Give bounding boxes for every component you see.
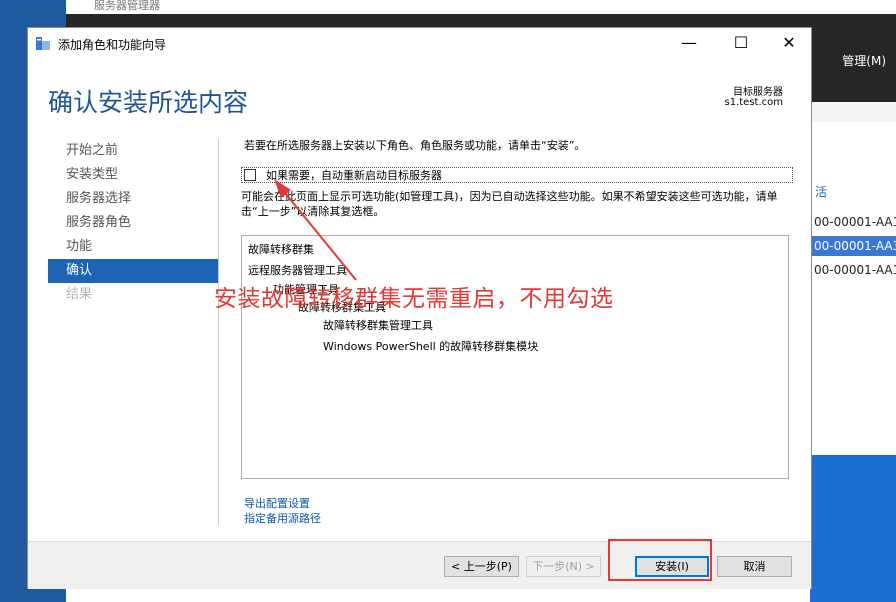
server-row[interactable]: 00-00001-AA15 [810,212,896,232]
target-server-label: 目标服务器 [733,87,783,98]
dialog-title: 添加角色和功能向导 [58,38,167,52]
dialog-titlebar: 添加角色和功能向导 — ☐ ✕ [28,28,811,60]
server-manager-titlebar: 服务器管理器 [66,0,896,14]
restart-checkbox-label[interactable]: 如果需要，自动重新启动目标服务器 [266,167,442,183]
minimize-button[interactable]: — [666,28,712,59]
manage-menu[interactable]: 管理(M) [842,52,886,69]
wizard-icon [36,37,50,50]
desktop-background [810,455,896,602]
server-manager-strip [810,102,896,122]
list-item: 远程服务器管理工具 [248,264,347,277]
export-config-link[interactable]: 导出配置设置 [244,495,310,511]
wizard-nav: 开始之前 安装类型 服务器选择 服务器角色 功能 确认 结果 [48,139,219,307]
optional-features-note: 可能会在此页面上显示可选功能(如管理工具)，因为已自动选择这些功能。如果不希望安… [241,190,778,218]
target-server-name: s1.test.com [724,97,784,108]
server-manager-link[interactable]: 活 [815,183,827,200]
list-item: 故障转移群集 [248,243,314,256]
alternate-source-link[interactable]: 指定备用源路径 [244,510,321,526]
nav-item-features[interactable]: 功能 [48,235,219,259]
list-item: 故障转移群集管理工具 [323,319,433,332]
intro-text: 若要在所选服务器上安装以下角色、角色服务或功能，请单击“安装”。 [244,139,586,152]
nav-item-before-you-begin[interactable]: 开始之前 [48,139,219,163]
restart-checkbox[interactable] [244,169,256,181]
server-row[interactable]: 00-00001-AA31 [810,236,896,256]
server-manager-title: 服务器管理器 [94,0,160,12]
cancel-button[interactable]: 取消 [717,556,792,577]
previous-button[interactable]: < 上一步(P) [444,556,519,577]
nav-item-installation-type[interactable]: 安装类型 [48,163,219,187]
nav-item-results: 结果 [66,287,93,302]
page-heading: 确认安装所选内容 [48,88,249,117]
list-item: Windows PowerShell 的故障转移群集模块 [323,340,539,353]
selected-features-list: 故障转移群集 远程服务器管理工具 功能管理工具 故障转移群集工具 故障转移群集管… [241,235,789,479]
nav-divider [218,139,219,525]
nav-item-server-roles[interactable]: 服务器角色 [48,211,219,235]
install-highlight-box [608,539,712,581]
next-button: 下一步(N) > [526,556,601,577]
close-button[interactable]: ✕ [766,28,812,59]
server-row[interactable]: 00-00001-AA12 [810,260,896,280]
annotation-text: 安装故障转移群集无需重启，不用勾选 [214,286,614,312]
restart-option[interactable]: 如果需要，自动重新启动目标服务器 [241,167,793,183]
nav-item-confirmation[interactable]: 确认 [48,259,219,283]
maximize-button[interactable]: ☐ [718,28,764,59]
nav-item-server-selection[interactable]: 服务器选择 [48,187,219,211]
